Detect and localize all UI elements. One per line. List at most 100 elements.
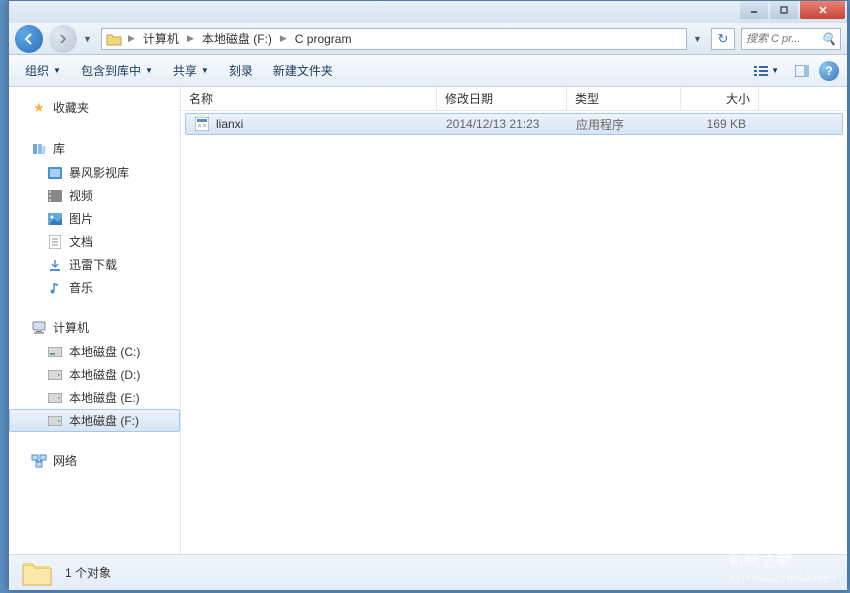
video-lib-icon	[47, 165, 63, 181]
statusbar: 1 个对象	[9, 554, 847, 590]
help-button[interactable]: ?	[819, 61, 839, 81]
sidebar-item-label: 本地磁盘 (F:)	[69, 412, 139, 429]
sidebar-libraries-group: 库 暴风影视库 视频 图片 文档	[9, 136, 180, 299]
sidebar-item-label: 迅雷下载	[69, 256, 117, 273]
breadcrumb-separator[interactable]: ▶	[185, 33, 196, 44]
dropdown-arrow-icon: ▼	[201, 66, 209, 75]
nav-forward-button[interactable]	[49, 25, 77, 53]
libraries-icon	[31, 141, 47, 157]
file-name: lianxi	[216, 117, 243, 131]
sidebar-item-drive-f[interactable]: 本地磁盘 (F:)	[9, 409, 180, 432]
dropdown-arrow-icon: ▼	[145, 66, 153, 75]
share-label: 共享	[173, 62, 197, 79]
sidebar: ★ 收藏夹 库 暴风影视库 视频	[9, 87, 181, 554]
sidebar-computer-group: 计算机 本地磁盘 (C:) 本地磁盘 (D:) 本地磁盘 (E:) 本地磁盘 (…	[9, 315, 180, 432]
drive-icon	[47, 390, 63, 406]
sidebar-item-drive-e[interactable]: 本地磁盘 (E:)	[9, 386, 180, 409]
sidebar-item-label: 视频	[69, 187, 93, 204]
column-header-name[interactable]: 名称	[181, 87, 437, 110]
file-date: 2014/12/13 21:23	[438, 117, 568, 131]
star-icon: ★	[31, 100, 47, 116]
drive-icon	[47, 367, 63, 383]
sidebar-item-documents[interactable]: 文档	[9, 230, 180, 253]
search-input[interactable]	[746, 33, 819, 45]
burn-button[interactable]: 刻录	[221, 58, 261, 83]
sidebar-item-label: 本地磁盘 (C:)	[69, 343, 140, 360]
sidebar-item-label: 暴风影视库	[69, 164, 129, 181]
titlebar	[9, 1, 847, 23]
file-name-cell: lianxi	[186, 116, 438, 132]
file-row[interactable]: lianxi 2014/12/13 21:23 应用程序 169 KB	[185, 113, 843, 135]
sidebar-item-videos[interactable]: 视频	[9, 184, 180, 207]
sidebar-item-label: 图片	[69, 210, 93, 227]
new-folder-button[interactable]: 新建文件夹	[265, 58, 341, 83]
sidebar-favorites-header[interactable]: ★ 收藏夹	[9, 95, 180, 120]
sidebar-item-drive-d[interactable]: 本地磁盘 (D:)	[9, 363, 180, 386]
sidebar-network-group: 网络	[9, 448, 180, 473]
content-area: ★ 收藏夹 库 暴风影视库 视频	[9, 87, 847, 554]
sidebar-favorites-group: ★ 收藏夹	[9, 95, 180, 120]
preview-pane-button[interactable]	[789, 61, 815, 81]
sidebar-item-xunlei[interactable]: 迅雷下载	[9, 253, 180, 276]
nav-history-dropdown[interactable]: ▼	[83, 34, 95, 44]
share-button[interactable]: 共享 ▼	[165, 58, 217, 83]
file-list: 名称 修改日期 类型 大小 lianxi 2014/12/13 21:23 应用…	[181, 87, 847, 554]
list-view-icon	[754, 65, 768, 77]
column-header-size[interactable]: 大小	[681, 87, 759, 110]
folder-icon	[104, 31, 124, 47]
breadcrumb-item-folder[interactable]: C program	[289, 29, 358, 49]
sidebar-computer-header[interactable]: 计算机	[9, 315, 180, 340]
include-library-button[interactable]: 包含到库中 ▼	[73, 58, 161, 83]
newfolder-label: 新建文件夹	[273, 62, 333, 79]
documents-icon	[47, 234, 63, 250]
sidebar-item-music[interactable]: 音乐	[9, 276, 180, 299]
view-options-button[interactable]: ▼	[748, 61, 785, 81]
organize-label: 组织	[25, 62, 49, 79]
sidebar-item-label: 本地磁盘 (E:)	[69, 389, 140, 406]
breadcrumb-separator[interactable]: ▶	[278, 33, 289, 44]
download-icon	[47, 257, 63, 273]
close-button[interactable]	[800, 1, 845, 19]
explorer-window: ▼ ▶ 计算机 ▶ 本地磁盘 (F:) ▶ C program ▼ ↻ 🔍 组织…	[8, 0, 848, 591]
application-icon	[194, 116, 210, 132]
file-type: 应用程序	[568, 116, 682, 133]
network-label: 网络	[53, 452, 77, 469]
search-box[interactable]: 🔍	[741, 28, 841, 50]
search-icon: 🔍	[821, 32, 836, 46]
sidebar-item-label: 文档	[69, 233, 93, 250]
libraries-label: 库	[53, 140, 65, 157]
sidebar-item-baofeng[interactable]: 暴风影视库	[9, 161, 180, 184]
include-label: 包含到库中	[81, 62, 141, 79]
dropdown-arrow-icon: ▼	[771, 66, 779, 75]
file-size: 169 KB	[682, 117, 754, 131]
column-header-type[interactable]: 类型	[567, 87, 681, 110]
maximize-button[interactable]	[770, 1, 798, 19]
organize-button[interactable]: 组织 ▼	[17, 58, 69, 83]
refresh-button[interactable]: ↻	[711, 28, 735, 50]
file-list-header: 名称 修改日期 类型 大小	[181, 87, 847, 111]
breadcrumb-item-drive[interactable]: 本地磁盘 (F:)	[196, 29, 278, 49]
sidebar-item-drive-c[interactable]: 本地磁盘 (C:)	[9, 340, 180, 363]
window-controls	[740, 1, 847, 19]
minimize-button[interactable]	[740, 1, 768, 19]
computer-icon	[31, 320, 47, 336]
sidebar-item-pictures[interactable]: 图片	[9, 207, 180, 230]
column-header-date[interactable]: 修改日期	[437, 87, 567, 110]
breadcrumb-dropdown[interactable]: ▼	[693, 34, 705, 44]
breadcrumb-separator[interactable]: ▶	[126, 33, 137, 44]
folder-large-icon	[21, 559, 53, 587]
nav-back-button[interactable]	[15, 25, 43, 53]
sidebar-item-label: 本地磁盘 (D:)	[69, 366, 140, 383]
navbar: ▼ ▶ 计算机 ▶ 本地磁盘 (F:) ▶ C program ▼ ↻ 🔍	[9, 23, 847, 55]
sidebar-network-header[interactable]: 网络	[9, 448, 180, 473]
toolbar: 组织 ▼ 包含到库中 ▼ 共享 ▼ 刻录 新建文件夹 ▼ ?	[9, 55, 847, 87]
favorites-label: 收藏夹	[53, 99, 89, 116]
preview-pane-icon	[795, 65, 809, 77]
sidebar-libraries-header[interactable]: 库	[9, 136, 180, 161]
breadcrumb[interactable]: ▶ 计算机 ▶ 本地磁盘 (F:) ▶ C program	[101, 28, 687, 50]
video-icon	[47, 188, 63, 204]
pictures-icon	[47, 211, 63, 227]
breadcrumb-item-computer[interactable]: 计算机	[137, 29, 185, 49]
music-icon	[47, 280, 63, 296]
sidebar-item-label: 音乐	[69, 279, 93, 296]
